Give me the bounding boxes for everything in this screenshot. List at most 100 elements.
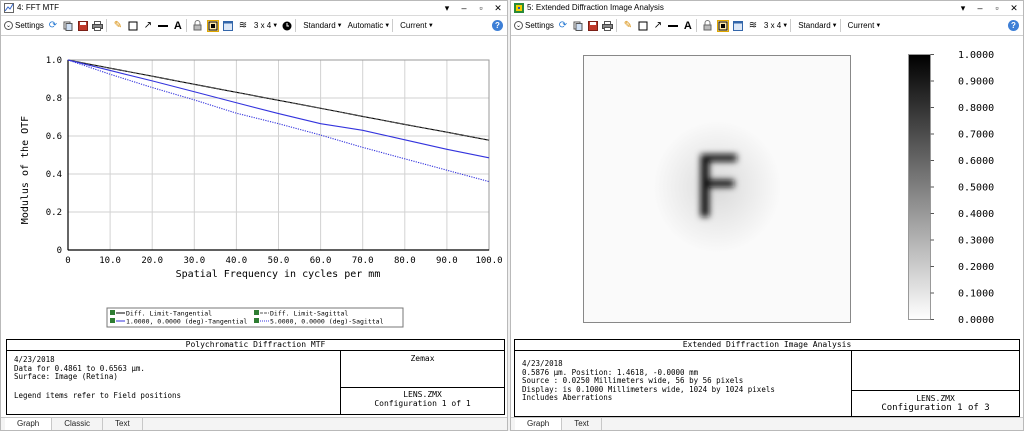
info-surface: Surface: Image (Retina): [14, 372, 118, 381]
close-icon[interactable]: ✕: [492, 1, 504, 15]
fit-window-icon[interactable]: [716, 19, 729, 32]
minimize-icon[interactable]: –: [458, 1, 470, 15]
left-tab-bar: Graph Classic Text: [1, 417, 507, 430]
current-dropdown[interactable]: Current ▼: [400, 21, 434, 30]
tab-graph[interactable]: Graph: [5, 418, 53, 430]
y-axis-label: Modulus of the OTF: [20, 116, 31, 224]
tab-graph[interactable]: Graph: [515, 418, 563, 430]
rectangle-icon[interactable]: [127, 20, 139, 32]
clock-icon[interactable]: [281, 20, 293, 32]
y-tick-label: 0.8: [46, 94, 62, 104]
tab-text[interactable]: Text: [562, 418, 602, 430]
left-toolbar: ⌄ Settings ⟳ ✎ ↗ A ≋ 3 x 4 ▼ Standard ▼ Aut…: [1, 16, 507, 36]
legend-swatch-icon: [110, 318, 115, 323]
y-tick-label: 0.4: [46, 170, 62, 180]
lock-icon[interactable]: [192, 20, 204, 32]
text-tool-icon[interactable]: A: [172, 20, 184, 32]
extended-diffraction-window: 5: Extended Diffraction Image Analysis ▾…: [510, 0, 1024, 431]
pencil-icon[interactable]: ✎: [622, 20, 634, 32]
window-icon[interactable]: [732, 20, 744, 32]
text-tool-icon[interactable]: A: [682, 20, 694, 32]
pencil-icon[interactable]: ✎: [112, 20, 124, 32]
dropdown-arrow-icon[interactable]: ▾: [957, 1, 969, 15]
info-config: Configuration 1 of 3: [881, 403, 990, 413]
mtf-chart: 0 10.0 20.0 30.0 40.0 50.0 60.0 70.0 80.0 90.0 100…: [20, 56, 503, 328]
minimize-icon[interactable]: –: [974, 1, 986, 15]
layout-dropdown[interactable]: 3 x 4 ▼: [764, 21, 788, 30]
layers-icon[interactable]: ≋: [747, 20, 759, 32]
diffraction-window-icon: [514, 3, 524, 13]
x-tick-label: 70.0: [352, 256, 374, 266]
automatic-dropdown[interactable]: Automatic ▼: [348, 21, 391, 30]
chart-legend: Diff. Limit-Tangential Diff. Limit-Sagit…: [106, 307, 404, 328]
close-icon[interactable]: ✕: [1008, 1, 1020, 15]
right-tab-bar: Graph Text: [511, 417, 1023, 430]
colorbar-tick-label: 0.0000: [958, 315, 994, 326]
lock-icon[interactable]: [702, 20, 714, 32]
refresh-icon[interactable]: ⟳: [47, 20, 59, 32]
y-tick-label: 0.2: [46, 208, 62, 218]
caret-down-icon: ▼: [427, 22, 434, 29]
legend-swatch-icon: [110, 310, 115, 315]
copy-icon[interactable]: [62, 20, 74, 32]
colorbar-tick-label: 0.7000: [958, 130, 994, 141]
x-tick-label: 30.0: [183, 256, 205, 266]
colorbar-tick-label: 0.3000: [958, 236, 994, 247]
left-titlebar: 4: FFT MTF ▾ – ▫ ✕: [1, 1, 507, 16]
caret-down-icon: ▼: [782, 22, 789, 29]
settings-button[interactable]: ⌄ Settings: [514, 19, 554, 33]
colorbar-tick-label: 0.4000: [958, 209, 994, 220]
mtf-info-box: Polychromatic Diffraction MTF 4/23/2018 …: [6, 339, 505, 415]
x-tick-label: 80.0: [394, 256, 416, 266]
maximize-icon[interactable]: ▫: [475, 1, 487, 15]
save-icon[interactable]: [587, 20, 599, 32]
current-dropdown[interactable]: Current ▼: [848, 21, 882, 30]
info-title: Extended Diffraction Image Analysis: [515, 340, 1019, 351]
info-config: Configuration 1 of 1: [374, 399, 471, 408]
colorbar-tick-label: 0.9000: [958, 77, 994, 88]
print-icon[interactable]: [602, 20, 614, 32]
line-icon[interactable]: [157, 20, 169, 32]
refresh-icon[interactable]: ⟳: [557, 20, 569, 32]
standard-dropdown[interactable]: Standard ▼: [798, 21, 837, 30]
colorbar-tick-label: 0.5000: [958, 183, 994, 194]
right-titlebar: 5: Extended Diffraction Image Analysis ▾…: [511, 1, 1023, 16]
mtf-window-icon: [4, 3, 14, 13]
standard-dropdown[interactable]: Standard ▼: [303, 21, 342, 30]
x-tick-label: 20.0: [141, 256, 163, 266]
maximize-icon[interactable]: ▫: [991, 1, 1003, 15]
right-window-title: 5: Extended Diffraction Image Analysis: [527, 3, 664, 12]
save-icon[interactable]: [77, 20, 89, 32]
arrow-icon[interactable]: ↗: [142, 20, 154, 32]
left-window-title: 4: FFT MTF: [17, 3, 60, 12]
y-tick-label: 1.0: [46, 56, 62, 66]
rectangle-icon[interactable]: [637, 20, 649, 32]
colorbar-tick-label: 0.1000: [958, 289, 994, 300]
caret-down-icon: ▼: [336, 22, 343, 29]
x-tick-label: 10.0: [99, 256, 121, 266]
dropdown-arrow-icon[interactable]: ▾: [441, 1, 453, 15]
colorbar-tick-label: 1.0000: [958, 50, 994, 61]
copy-icon[interactable]: [572, 20, 584, 32]
fit-window-icon[interactable]: [206, 19, 219, 32]
settings-button[interactable]: ⌄ Settings: [4, 19, 44, 33]
help-icon[interactable]: ?: [1008, 20, 1019, 31]
print-icon[interactable]: [92, 20, 104, 32]
window-icon[interactable]: [222, 20, 234, 32]
info-title: Polychromatic Diffraction MTF: [7, 340, 504, 351]
tab-text[interactable]: Text: [103, 418, 143, 430]
legend-swatch-icon: [254, 318, 259, 323]
layout-dropdown[interactable]: 3 x 4 ▼: [254, 21, 278, 30]
help-icon[interactable]: ?: [492, 20, 503, 31]
colorbar-tick-label: 0.6000: [958, 156, 994, 167]
line-icon[interactable]: [667, 20, 679, 32]
image-letter: F: [692, 138, 741, 238]
legend-item: Diff. Limit-Sagittal: [270, 310, 348, 318]
tab-classic[interactable]: Classic: [52, 418, 104, 430]
colorbar-tick-label: 0.2000: [958, 262, 994, 273]
info-file: LENS.ZMX: [916, 394, 955, 403]
x-tick-label: 60.0: [310, 256, 332, 266]
legend-swatch-icon: [254, 310, 259, 315]
arrow-icon[interactable]: ↗: [652, 20, 664, 32]
layers-icon[interactable]: ≋: [237, 20, 249, 32]
